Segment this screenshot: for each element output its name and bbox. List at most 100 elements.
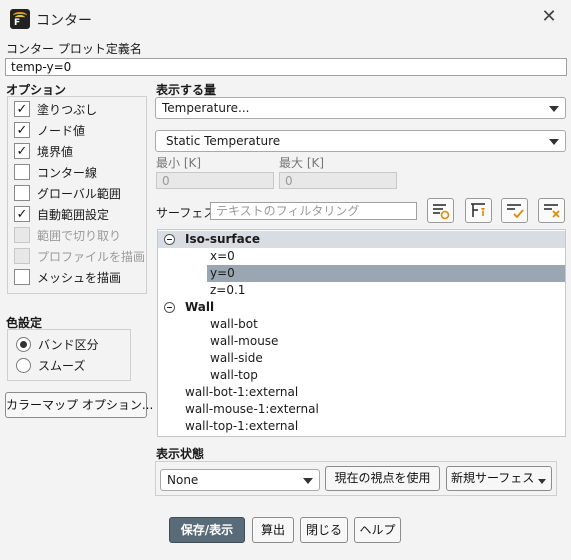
selection-highlight <box>207 265 565 282</box>
option-row[interactable]: メッシュを描画 <box>14 267 121 287</box>
tree-item-label: wall-mouse <box>210 334 279 348</box>
max-label: 最大 [K] <box>279 156 325 170</box>
display-quantity-label: 表示する量 <box>156 83 217 97</box>
dropdown-arrow-icon <box>549 106 559 112</box>
tree-item[interactable]: z=0.1 <box>158 282 565 299</box>
tree-item-label: wall-bot <box>210 317 258 331</box>
plot-name-label: コンター プロット定義名 <box>6 42 142 56</box>
radio-button[interactable] <box>16 357 31 373</box>
help-button[interactable]: ヘルプ <box>354 517 401 543</box>
checkmark-icon: ✓ <box>16 101 28 117</box>
tree-item-label: wall-bot-1:external <box>185 385 299 399</box>
tree-item[interactable]: wall-side <box>158 350 565 367</box>
dropdown-arrow-icon <box>549 139 559 145</box>
option-row[interactable]: グローバル範囲 <box>14 183 121 203</box>
option-row: プロファイルを描画 <box>14 246 145 266</box>
tree-item-label: x=0 <box>210 249 235 263</box>
option-label: 塗りつぶし <box>37 102 98 117</box>
option-row[interactable]: コンター線 <box>14 162 97 182</box>
tree-item-label: wall-top-1:external <box>185 419 299 433</box>
use-current-view-button[interactable]: 現在の視点を使用 <box>325 466 440 491</box>
option-checkbox[interactable]: ✓ <box>14 122 30 138</box>
max-input[interactable]: 0 <box>279 172 397 189</box>
tree-item[interactable]: wall-mouse <box>158 333 565 350</box>
tree-item-label: z=0.1 <box>210 283 246 297</box>
quantity-category-select[interactable]: Temperature... <box>155 97 566 119</box>
checkmark-icon: ✓ <box>16 206 28 222</box>
close-icon[interactable]: ✕ <box>540 8 558 26</box>
option-label: 範囲で切り取り <box>37 228 122 243</box>
tree-item[interactable]: wall-top <box>158 367 565 384</box>
coloring-option[interactable]: バンド区分 <box>16 334 99 354</box>
tree-item-label: Wall <box>185 300 215 314</box>
deselect-all-icon <box>544 204 560 218</box>
surfaces-label: サーフェス <box>156 206 216 220</box>
coloring-option-label: スムーズ <box>38 358 86 373</box>
tree-group-wall[interactable]: Wall <box>158 299 565 316</box>
option-label: コンター線 <box>37 165 98 180</box>
option-checkbox[interactable] <box>14 269 30 285</box>
tree-item[interactable]: wall-top-1:external <box>158 418 565 435</box>
option-label: 自動範囲設定 <box>37 207 110 222</box>
plot-name-input[interactable]: temp-y=0 <box>5 58 567 76</box>
quantity-value: Static Temperature <box>166 134 281 148</box>
quantity-category-value: Temperature... <box>162 101 250 115</box>
collapse-icon[interactable] <box>164 234 175 245</box>
close-button[interactable]: 閉じる <box>300 517 348 543</box>
fluent-app-icon: F <box>10 9 30 29</box>
option-checkbox <box>14 248 30 264</box>
filter-by-type-button[interactable] <box>427 198 454 223</box>
tree-item[interactable]: wall-bot-1:external <box>158 384 565 401</box>
tree-item-label: Iso-surface <box>185 232 261 246</box>
window-title: コンター <box>36 13 92 29</box>
min-input[interactable]: 0 <box>156 172 274 189</box>
tree-item-label: wall-mouse-1:external <box>185 402 319 416</box>
tree-item-label: wall-side <box>210 351 263 365</box>
collapse-icon[interactable] <box>164 302 175 313</box>
tree-item-selected[interactable]: y=0 <box>158 265 565 282</box>
tree-item-label: wall-top <box>210 368 258 382</box>
filter-by-group-button[interactable] <box>465 198 492 223</box>
surface-filter-input[interactable]: テキストのフィルタリング <box>210 202 417 220</box>
surface-tree[interactable]: Iso-surface x=0 y=0 z=0.1 Wall wall-bot wall-m… <box>157 229 566 437</box>
tree-group-iso-surface[interactable]: Iso-surface <box>158 231 565 248</box>
coloring-option[interactable]: スムーズ <box>16 355 85 375</box>
min-label: 最小 [K] <box>156 156 202 170</box>
save-display-button[interactable]: 保存/表示 <box>169 517 245 543</box>
option-row[interactable]: ✓ 自動範囲設定 <box>14 204 109 224</box>
radio-button[interactable] <box>16 336 31 352</box>
view-state-label: 表示状態 <box>156 447 205 461</box>
option-checkbox[interactable] <box>14 185 30 201</box>
option-label: メッシュを描画 <box>37 270 122 285</box>
colormap-options-button[interactable]: カラーマップ オプション... <box>5 392 153 418</box>
quantity-select[interactable]: Static Temperature <box>155 130 566 152</box>
dropdown-arrow-icon <box>538 479 546 484</box>
option-row[interactable]: ✓ 塗りつぶし <box>14 99 97 119</box>
tree-item[interactable]: wall-mouse-1:external <box>158 401 565 418</box>
option-label: プロファイルを描画 <box>37 249 146 264</box>
filter-list-icon <box>433 204 450 220</box>
option-checkbox[interactable]: ✓ <box>14 101 30 117</box>
checkmark-icon: ✓ <box>16 122 28 138</box>
deselect-all-button[interactable] <box>538 198 565 223</box>
tree-item[interactable]: x=0 <box>158 248 565 265</box>
compute-button[interactable]: 算出 <box>252 517 294 543</box>
option-checkbox <box>14 227 30 243</box>
dropdown-arrow-icon <box>303 478 313 484</box>
select-all-button[interactable] <box>501 198 528 223</box>
view-select[interactable]: None <box>160 469 320 491</box>
option-label: グローバル範囲 <box>37 186 121 201</box>
coloring-option-label: バンド区分 <box>38 337 99 352</box>
option-label: ノード値 <box>37 123 86 138</box>
group-filter-icon <box>471 203 485 217</box>
option-row[interactable]: ✓ ノード値 <box>14 120 85 140</box>
option-row[interactable]: ✓ 境界値 <box>14 141 73 161</box>
new-surface-button[interactable]: 新規サーフェス <box>446 466 552 491</box>
option-checkbox[interactable] <box>14 164 30 180</box>
option-checkbox[interactable]: ✓ <box>14 206 30 222</box>
view-select-value: None <box>167 473 199 487</box>
option-checkbox[interactable]: ✓ <box>14 143 30 159</box>
coloring-group: バンド区分 スムーズ <box>7 329 131 381</box>
options-group: ✓ 塗りつぶし ✓ ノード値 ✓ 境界値コンター線グローバル範囲 ✓ 自動範囲設定 範囲で切り取… <box>7 96 147 294</box>
tree-item[interactable]: wall-bot <box>158 316 565 333</box>
